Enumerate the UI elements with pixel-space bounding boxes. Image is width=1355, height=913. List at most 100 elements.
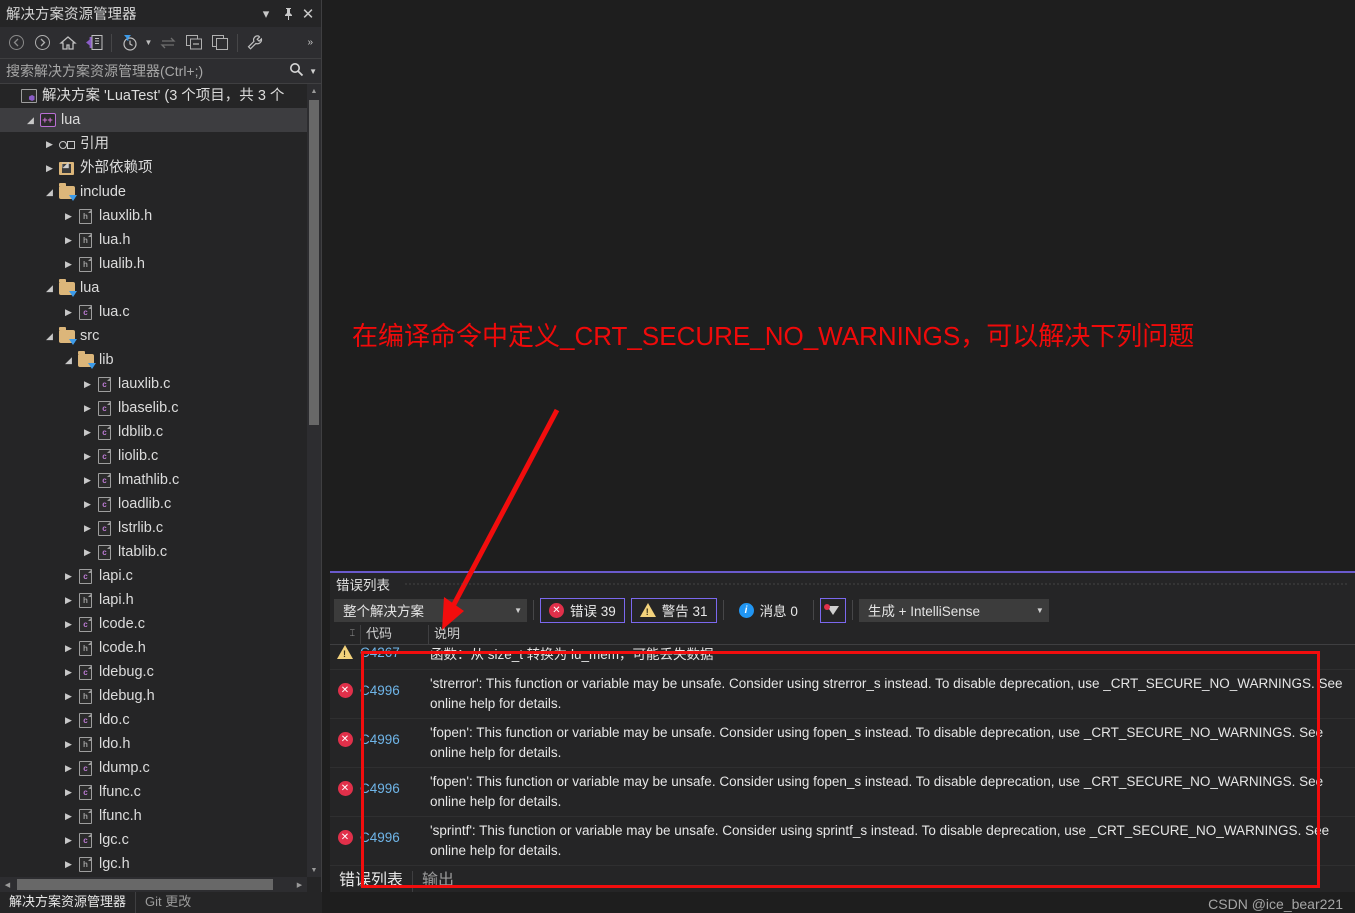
twisty-collapsed-icon[interactable]: ▶ <box>61 780 76 804</box>
tree-item-lua[interactable]: ◢++lua <box>0 108 307 132</box>
tree-item-src[interactable]: ◢src <box>0 324 307 348</box>
tree-hscroll-thumb[interactable] <box>17 879 273 890</box>
twisty-collapsed-icon[interactable]: ▶ <box>61 300 76 324</box>
solution-tree[interactable]: ▶解决方案 'LuaTest' (3 个项目，共 3 个◢++lua▶引用▶外部… <box>0 84 307 877</box>
tree-item-loadlib.c[interactable]: ▶cloadlib.c <box>0 492 307 516</box>
tab-inactive[interactable]: Git 更改 <box>136 892 200 913</box>
show-all-files-icon[interactable] <box>207 30 233 56</box>
tree-item-lauxlib.h[interactable]: ▶hlauxlib.h <box>0 204 307 228</box>
twisty-collapsed-icon[interactable]: ▶ <box>61 588 76 612</box>
twisty-collapsed-icon[interactable]: ▶ <box>42 132 57 156</box>
twisty-collapsed-icon[interactable]: ▶ <box>61 660 76 684</box>
tree-item-liolib.c[interactable]: ▶cliolib.c <box>0 444 307 468</box>
scope-filter-dropdown[interactable]: 整个解决方案 ▼ <box>334 599 527 622</box>
tree-item-lualib.h[interactable]: ▶hlualib.h <box>0 252 307 276</box>
error-list-rows[interactable]: C4267函数：从 size_t 转换为 lu_mem，可能丢失数据 ✕C4996… <box>330 645 1355 871</box>
tree-item-ldebug.h[interactable]: ▶hldebug.h <box>0 684 307 708</box>
search-input[interactable] <box>6 63 289 79</box>
error-list-row[interactable]: ✕C4996'sprintf': This function or variab… <box>330 866 1355 871</box>
tree-item-lib[interactable]: ◢lib <box>0 348 307 372</box>
tree-item-ldo.c[interactable]: ▶cldo.c <box>0 708 307 732</box>
forward-icon[interactable] <box>29 30 55 56</box>
twisty-collapsed-icon[interactable]: ▶ <box>61 732 76 756</box>
tree-item-include[interactable]: ◢include <box>0 180 307 204</box>
close-icon[interactable]: ✕ <box>299 3 321 25</box>
error-panel-tab-active[interactable]: 错误列表 <box>330 871 413 892</box>
twisty-collapsed-icon[interactable]: ▶ <box>42 156 57 180</box>
twisty-collapsed-icon[interactable]: ▶ <box>61 852 76 876</box>
tree-vscroll-thumb[interactable] <box>309 100 319 425</box>
twisty-expanded-icon[interactable]: ◢ <box>42 180 57 204</box>
filter-button[interactable] <box>820 598 846 623</box>
tree-item--luatest-3-3-[interactable]: ▶解决方案 'LuaTest' (3 个项目，共 3 个 <box>0 84 307 108</box>
toolbar-overflow-icon[interactable]: » <box>307 37 318 48</box>
error-count-toggle[interactable]: ✕ 错误 39 <box>540 598 625 623</box>
tree-item-ltablib.c[interactable]: ▶cltablib.c <box>0 540 307 564</box>
twisty-collapsed-icon[interactable]: ▶ <box>61 756 76 780</box>
pin-icon[interactable] <box>277 3 299 25</box>
tree-item-ldblib.c[interactable]: ▶cldblib.c <box>0 420 307 444</box>
twisty-collapsed-icon[interactable]: ▶ <box>61 564 76 588</box>
scroll-right-arrow-icon[interactable]: ▶ <box>292 877 307 892</box>
scroll-up-arrow-icon[interactable]: ▲ <box>307 84 321 98</box>
twisty-expanded-icon[interactable]: ◢ <box>42 324 57 348</box>
tree-item-lua.c[interactable]: ▶clua.c <box>0 300 307 324</box>
error-list-row[interactable]: ✕C4996'fopen': This function or variable… <box>330 768 1355 817</box>
twisty-collapsed-icon[interactable]: ▶ <box>61 228 76 252</box>
tree-item-lgc.c[interactable]: ▶clgc.c <box>0 828 307 852</box>
twisty-expanded-icon[interactable]: ◢ <box>23 108 38 132</box>
twisty-collapsed-icon[interactable]: ▶ <box>61 684 76 708</box>
message-count-toggle[interactable]: i 消息 0 <box>730 598 807 623</box>
tree-item-ldebug.c[interactable]: ▶cldebug.c <box>0 660 307 684</box>
twisty-collapsed-icon[interactable]: ▶ <box>80 444 95 468</box>
scroll-left-arrow-icon[interactable]: ◀ <box>0 877 15 892</box>
twisty-collapsed-icon[interactable]: ▶ <box>80 420 95 444</box>
build-filter-dropdown[interactable]: 生成 + IntelliSense ▼ <box>859 599 1049 622</box>
tree-item-lcode.c[interactable]: ▶clcode.c <box>0 612 307 636</box>
collapse-all-icon[interactable] <box>181 30 207 56</box>
twisty-collapsed-icon[interactable]: ▶ <box>61 612 76 636</box>
twisty-collapsed-icon[interactable]: ▶ <box>80 516 95 540</box>
tree-item-lauxlib.c[interactable]: ▶clauxlib.c <box>0 372 307 396</box>
tree-item-lua.h[interactable]: ▶hlua.h <box>0 228 307 252</box>
tree-item-lapi.c[interactable]: ▶clapi.c <box>0 564 307 588</box>
twisty-collapsed-icon[interactable]: ▶ <box>61 204 76 228</box>
twisty-collapsed-icon[interactable]: ▶ <box>80 396 95 420</box>
tab-active[interactable]: 解决方案资源管理器 <box>0 892 136 913</box>
twisty-collapsed-icon[interactable]: ▶ <box>61 708 76 732</box>
error-list-row[interactable]: ✕C4996'sprintf': This function or variab… <box>330 817 1355 866</box>
twisty-collapsed-icon[interactable]: ▶ <box>61 804 76 828</box>
properties-icon[interactable] <box>242 30 268 56</box>
tree-item-lmathlib.c[interactable]: ▶clmathlib.c <box>0 468 307 492</box>
column-header-pin[interactable]: ⌶ <box>330 625 360 644</box>
tree-item--[interactable]: ▶外部依赖项 <box>0 156 307 180</box>
refresh-icon[interactable] <box>155 30 181 56</box>
tree-item-lapi.h[interactable]: ▶hlapi.h <box>0 588 307 612</box>
search-icon[interactable] <box>289 62 304 80</box>
tree-item-lfunc.c[interactable]: ▶clfunc.c <box>0 780 307 804</box>
scroll-down-arrow-icon[interactable]: ▼ <box>307 863 321 877</box>
back-icon[interactable] <box>3 30 29 56</box>
solution-search-box[interactable]: ▼ <box>0 59 321 84</box>
tree-item-ldo.h[interactable]: ▶hldo.h <box>0 732 307 756</box>
tree-item-lua[interactable]: ◢lua <box>0 276 307 300</box>
tree-vertical-scrollbar[interactable]: ▲ ▼ <box>307 84 321 877</box>
tree-item-lgc.h[interactable]: ▶hlgc.h <box>0 852 307 876</box>
error-list-row[interactable]: C4267函数：从 size_t 转换为 lu_mem，可能丢失数据 <box>330 645 1355 670</box>
tree-item--[interactable]: ▶引用 <box>0 132 307 156</box>
column-header-code[interactable]: 代码 <box>360 625 428 644</box>
tree-horizontal-scrollbar[interactable]: ◀ ▶ <box>0 877 307 892</box>
tree-item-lcode.h[interactable]: ▶hlcode.h <box>0 636 307 660</box>
home-icon[interactable] <box>55 30 81 56</box>
search-options-dropdown-icon[interactable]: ▼ <box>309 67 317 76</box>
tree-item-lbaselib.c[interactable]: ▶clbaselib.c <box>0 396 307 420</box>
error-list-row[interactable]: ✕C4996'fopen': This function or variable… <box>330 719 1355 768</box>
column-header-description[interactable]: 说明 <box>428 625 1355 644</box>
sync-with-active-document-icon[interactable] <box>81 30 107 56</box>
pending-changes-filter-icon[interactable] <box>116 30 142 56</box>
tree-item-lfunc.h[interactable]: ▶hlfunc.h <box>0 804 307 828</box>
twisty-collapsed-icon[interactable]: ▶ <box>61 252 76 276</box>
pending-changes-dropdown-icon[interactable]: ▼ <box>142 30 155 56</box>
tree-item-lstrlib.c[interactable]: ▶clstrlib.c <box>0 516 307 540</box>
twisty-collapsed-icon[interactable]: ▶ <box>61 828 76 852</box>
